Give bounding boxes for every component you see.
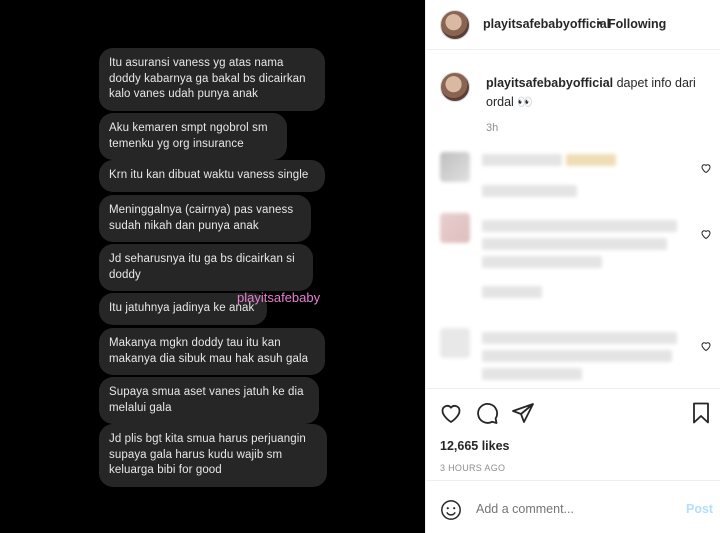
post-header: playitsafebabyofficial • Following [426,0,720,50]
blurred-comment-text [482,220,682,298]
watermark-text: playitsafebaby [237,290,321,305]
bookmark-icon[interactable] [689,401,713,425]
blurred-comment-text [482,332,682,380]
heart-icon[interactable] [439,401,463,425]
blurred-comment [440,213,470,243]
comment-icon[interactable] [475,401,499,425]
like-comment-icon[interactable] [700,228,712,240]
message-bubble: Makanya mgkn doddy tau itu kan makanya d… [99,328,325,375]
like-comment-icon[interactable] [700,162,712,174]
avatar[interactable] [440,72,470,102]
message-bubble: Krn itu kan dibuat waktu vaness single [99,160,325,192]
caption-time: 3h [486,122,499,134]
like-comment-icon[interactable] [700,340,712,352]
caption-username[interactable]: playitsafebabyofficial [486,76,613,90]
blurred-comment-text [482,153,622,197]
message-bubble: Jd seharusnya itu ga bs dicairkan si dod… [99,244,313,291]
message-bubble: Jd plis bgt kita smua harus perjuangin s… [99,424,327,487]
message-bubble: Itu asuransi vaness yg atas nama doddy k… [99,48,325,111]
following-button[interactable]: Following [608,17,666,31]
caption-text: playitsafebabyofficial dapet info dari o… [486,74,720,112]
likes-count[interactable]: 12,665 likes [440,439,510,453]
message-bubble: Meninggalnya (cairnya) pas vaness sudah … [99,195,311,242]
message-bubble: Supaya smua aset vanes jatuh ke dia mela… [99,377,319,424]
blurred-comment [440,152,470,182]
comment-bar: Post [426,480,720,533]
blurred-comment [440,328,470,358]
post-media: Itu asuransi vaness yg atas nama doddy k… [0,0,425,533]
share-icon[interactable] [511,401,535,425]
post-sidebar: playitsafebabyofficial • Following playi… [425,0,720,533]
emoji-icon[interactable] [440,499,462,521]
post-actions: 12,665 likes 3 HOURS AGO Post [426,388,720,533]
message-bubble: Aku kemaren smpt ngobrol sm temenku yg o… [99,113,287,160]
header-username[interactable]: playitsafebabyofficial [483,17,610,31]
avatar[interactable] [440,10,470,40]
comment-input[interactable] [476,502,666,516]
separator-dot: • [598,16,603,30]
post-comment-button[interactable]: Post [686,502,713,516]
post-timestamp[interactable]: 3 HOURS AGO [440,463,505,473]
